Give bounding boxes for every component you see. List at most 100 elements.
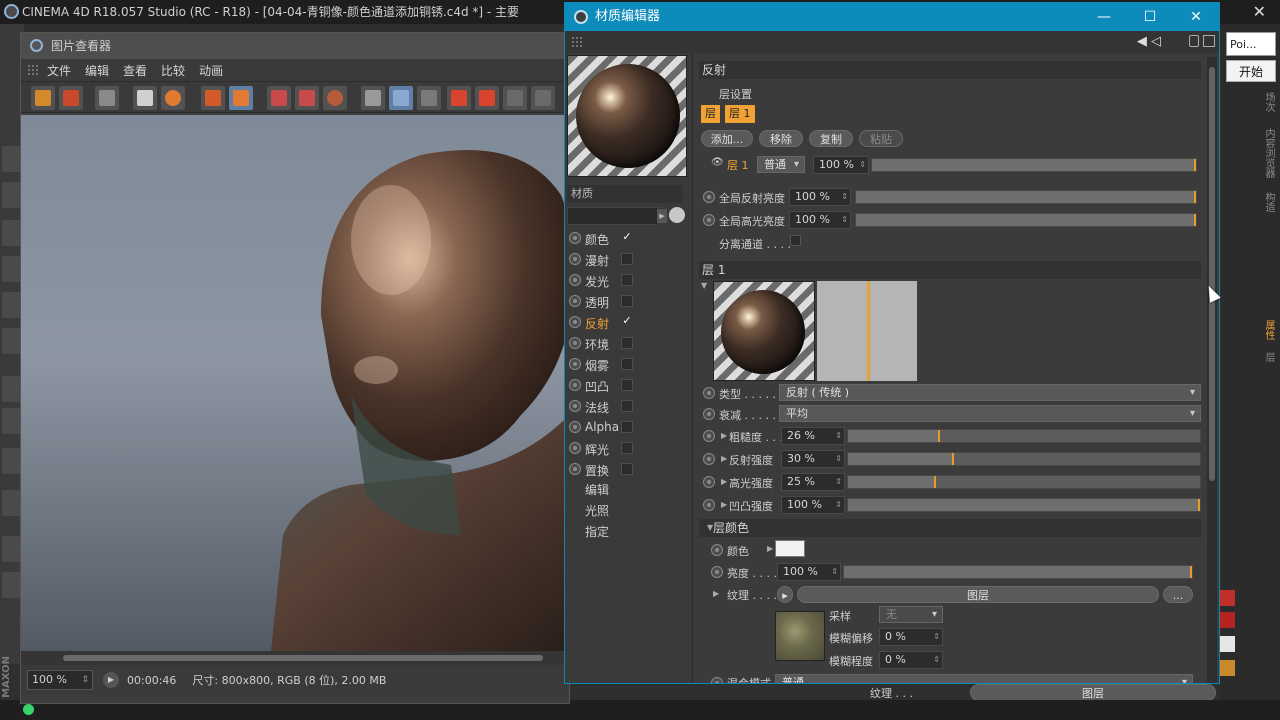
- close-icon[interactable]: ✕: [1173, 3, 1219, 31]
- snap-tool-icon[interactable]: [2, 448, 22, 474]
- roughness-slider[interactable]: [847, 429, 1201, 443]
- channel-item[interactable]: 颜色 ✓: [569, 229, 689, 249]
- grid-tool-icon[interactable]: [2, 220, 22, 246]
- animate-radio-icon[interactable]: [711, 544, 723, 556]
- maximize-icon[interactable]: ☐: [1127, 3, 1173, 31]
- render-region-icon[interactable]: [229, 86, 253, 110]
- export-icon[interactable]: [295, 86, 319, 110]
- channel-item[interactable]: 环境: [569, 334, 689, 354]
- bump-strength-field[interactable]: 100 %: [781, 496, 845, 514]
- layer-mode-dropdown[interactable]: 普通: [757, 156, 805, 173]
- animate-radio-icon[interactable]: [703, 214, 715, 226]
- expand-icon[interactable]: ▶: [721, 431, 727, 440]
- remove-layer-button[interactable]: 移除: [759, 130, 803, 147]
- layer-color-header[interactable]: 层颜色: [699, 519, 1201, 537]
- eye-icon[interactable]: 👁: [711, 157, 724, 168]
- layer-opacity-slider[interactable]: [871, 158, 1197, 172]
- channel-checkbox[interactable]: [621, 421, 633, 433]
- texture-more-button[interactable]: ...: [1163, 586, 1193, 603]
- channel-item[interactable]: 漫射: [569, 250, 689, 270]
- animate-radio-icon[interactable]: [569, 421, 581, 433]
- channel-item[interactable]: 凹凸: [569, 376, 689, 396]
- animate-radio-icon[interactable]: [569, 463, 581, 475]
- channel-checkbox[interactable]: [621, 358, 633, 370]
- channel-item[interactable]: 透明: [569, 292, 689, 312]
- expand-arrow-icon[interactable]: ▶: [657, 209, 667, 223]
- animate-radio-icon[interactable]: [569, 442, 581, 454]
- add-layer-button[interactable]: 添加...: [701, 130, 753, 147]
- diff-icon[interactable]: [503, 86, 527, 110]
- grid-icon[interactable]: [95, 86, 119, 110]
- animate-radio-icon[interactable]: [569, 295, 581, 307]
- polygon-tool-icon[interactable]: [2, 256, 22, 282]
- expand-icon[interactable]: ▶: [721, 500, 727, 509]
- expand-icon[interactable]: ▶: [713, 589, 719, 598]
- animate-radio-icon[interactable]: [569, 232, 581, 244]
- settings-icon[interactable]: [323, 86, 347, 110]
- cube-tool-2-icon[interactable]: [2, 182, 22, 208]
- picture-viewer-horizontal-scrollbar[interactable]: [21, 651, 569, 665]
- animate-radio-icon[interactable]: [703, 499, 715, 511]
- copy-image-icon[interactable]: [267, 86, 291, 110]
- channel-item[interactable]: 辉光: [569, 439, 689, 459]
- cube-tool-icon[interactable]: [2, 146, 22, 172]
- grid-snap-tool-icon[interactable]: [2, 572, 22, 598]
- tab-content-browser[interactable]: 内容浏览器: [1262, 128, 1276, 178]
- animate-radio-icon[interactable]: [711, 677, 723, 683]
- rendered-image[interactable]: [21, 115, 569, 651]
- collapse-icon[interactable]: ▼: [701, 281, 707, 290]
- channel-item[interactable]: 发光: [569, 271, 689, 291]
- scrollbar-thumb[interactable]: [63, 655, 543, 661]
- poi-input[interactable]: Poi...: [1226, 32, 1276, 56]
- separate-pass-checkbox[interactable]: [790, 235, 801, 246]
- layer-tab[interactable]: 层: [701, 105, 720, 123]
- animate-radio-icon[interactable]: [711, 566, 723, 578]
- animate-radio-icon[interactable]: [703, 408, 715, 420]
- global-specular-slider[interactable]: [855, 213, 1197, 227]
- tab-takes[interactable]: 场次: [1262, 92, 1276, 112]
- collapse-icon[interactable]: ▼: [707, 523, 713, 532]
- edge-tool-icon[interactable]: [2, 292, 22, 318]
- main-close-icon[interactable]: ✕: [1253, 0, 1266, 24]
- set-a-icon[interactable]: [447, 86, 471, 110]
- channel-checkbox[interactable]: [621, 274, 633, 286]
- tab-attributes[interactable]: 属性: [1262, 320, 1276, 340]
- channel-checkbox[interactable]: [621, 253, 633, 265]
- zoom-field[interactable]: 100 %: [27, 670, 93, 690]
- copy-layer-button[interactable]: 复制: [809, 130, 853, 147]
- reflection-strength-field[interactable]: 30 %: [781, 450, 845, 468]
- animate-radio-icon[interactable]: [569, 253, 581, 265]
- start-button[interactable]: 开始: [1226, 60, 1276, 82]
- menu-edit[interactable]: 编辑: [85, 62, 109, 79]
- channel-item[interactable]: Alpha: [569, 418, 689, 438]
- animate-radio-icon[interactable]: [703, 191, 715, 203]
- save-icon[interactable]: [59, 86, 83, 110]
- channel-item[interactable]: 置换: [569, 460, 689, 480]
- animate-radio-icon[interactable]: [703, 453, 715, 465]
- expand-icon[interactable]: ▶: [721, 454, 727, 463]
- navigate-back-icon[interactable]: ◀ ◁: [1137, 34, 1161, 49]
- blur-offset-field[interactable]: 0 %: [879, 628, 943, 646]
- channel-item[interactable]: 反射 ✓: [569, 313, 689, 333]
- channel-checkbox[interactable]: ✓: [621, 315, 633, 328]
- open-icon[interactable]: [31, 86, 55, 110]
- material-editor-vertical-scrollbar[interactable]: [1207, 57, 1217, 683]
- ab-compare-icon[interactable]: [361, 86, 385, 110]
- channel-editor[interactable]: 编辑: [585, 481, 609, 498]
- set-b-icon[interactable]: [475, 86, 499, 110]
- channel-checkbox[interactable]: [621, 463, 633, 475]
- global-specular-field[interactable]: 100 %: [789, 211, 851, 229]
- texture-arrow-button[interactable]: ▸: [777, 586, 793, 603]
- fit-icon[interactable]: [133, 86, 157, 110]
- brightness-field[interactable]: 100 %: [777, 563, 841, 581]
- animate-radio-icon[interactable]: [569, 337, 581, 349]
- blend-mode-dropdown[interactable]: 普通: [775, 674, 1193, 683]
- layer-1-tab[interactable]: 层 1: [725, 105, 755, 123]
- animate-radio-icon[interactable]: [703, 387, 715, 399]
- material-editor-titlebar[interactable]: 材质编辑器 — ☐ ✕: [565, 3, 1219, 31]
- menu-animation[interactable]: 动画: [199, 62, 223, 79]
- attenuation-dropdown[interactable]: 平均: [779, 405, 1201, 422]
- channel-checkbox[interactable]: [621, 442, 633, 454]
- animate-radio-icon[interactable]: [569, 274, 581, 286]
- texture-thumbnail[interactable]: [775, 611, 825, 661]
